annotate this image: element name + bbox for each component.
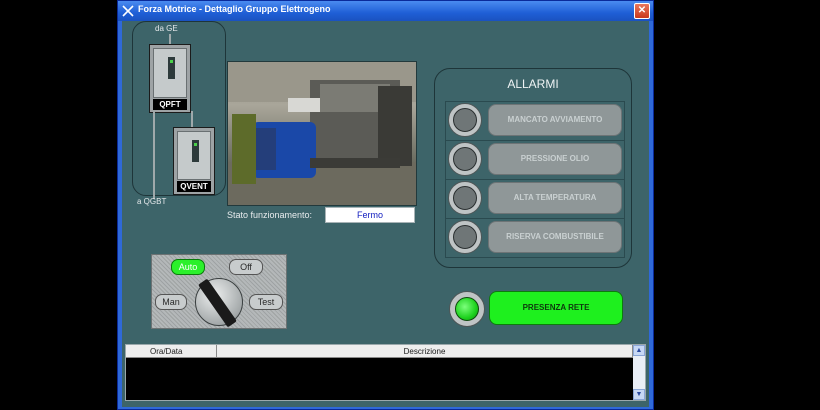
presenza-rete-lamp-icon bbox=[449, 291, 485, 327]
close-button[interactable]: ✕ bbox=[634, 3, 650, 19]
client-area: da GE QPFT QVENT a QGBT Stato funzioname… bbox=[122, 21, 649, 407]
mode-auto[interactable]: Auto bbox=[171, 259, 205, 275]
alarm-row: RISERVA COMBUSTIBILE bbox=[445, 218, 625, 258]
from-ge-label: da GE bbox=[155, 24, 178, 33]
qvent-cabinet[interactable]: QVENT bbox=[173, 127, 215, 195]
cabinet-door bbox=[177, 131, 211, 180]
connector-line-right bbox=[191, 111, 193, 127]
status-value: Fermo bbox=[325, 207, 415, 223]
alarm-panel: ALLARMI MANCATO AVVIAMENTO PRESSIONE OLI… bbox=[434, 68, 632, 268]
qpft-label: QPFT bbox=[153, 99, 187, 110]
to-qgbt-label: a QGBT bbox=[137, 197, 167, 206]
alarm-alta-temperatura[interactable]: ALTA TEMPERATURA bbox=[488, 182, 622, 214]
qvent-label: QVENT bbox=[177, 181, 211, 192]
alarm-lamp-icon bbox=[448, 142, 482, 176]
window-title: Forza Motrice - Dettaglio Gruppo Elettro… bbox=[138, 4, 331, 14]
presenza-rete-button[interactable]: PRESENZA RETE bbox=[489, 291, 623, 325]
connector-line-left bbox=[153, 111, 155, 199]
event-log-table[interactable]: Ora/Data Descrizione ▲ ▼ bbox=[125, 344, 646, 401]
mode-test[interactable]: Test bbox=[249, 294, 283, 310]
cabinet-door bbox=[153, 48, 187, 98]
alarm-row: MANCATO AVVIAMENTO bbox=[445, 101, 625, 141]
alarm-pressione-olio[interactable]: PRESSIONE OLIO bbox=[488, 143, 622, 175]
alarm-lamp-icon bbox=[448, 220, 482, 254]
mode-man[interactable]: Man bbox=[155, 294, 187, 310]
mode-off[interactable]: Off bbox=[229, 259, 263, 275]
main-window: Forza Motrice - Dettaglio Gruppo Elettro… bbox=[117, 0, 654, 410]
generator-image bbox=[228, 62, 416, 205]
connector-line-top bbox=[169, 34, 171, 44]
status-label: Stato funzionamento: bbox=[227, 210, 313, 220]
alarm-riserva-combustibile[interactable]: RISERVA COMBUSTIBILE bbox=[488, 221, 622, 253]
column-header-description[interactable]: Descrizione bbox=[217, 345, 633, 358]
column-header-date[interactable]: Ora/Data bbox=[126, 345, 217, 358]
switchboard-panel: da GE QPFT QVENT a QGBT bbox=[132, 21, 226, 206]
generator-photo bbox=[227, 61, 417, 206]
alarm-row: PRESSIONE OLIO bbox=[445, 140, 625, 180]
cabinet-indicator bbox=[192, 140, 199, 162]
qpft-cabinet[interactable]: QPFT bbox=[149, 44, 191, 113]
mode-selector[interactable]: Auto Off Man Test bbox=[151, 254, 287, 329]
scroll-up-icon[interactable]: ▲ bbox=[633, 345, 645, 356]
alarm-mancato-avviamento[interactable]: MANCATO AVVIAMENTO bbox=[488, 104, 622, 136]
alarm-lamp-icon bbox=[448, 103, 482, 137]
scroll-down-icon[interactable]: ▼ bbox=[633, 389, 645, 400]
alarm-row: ALTA TEMPERATURA bbox=[445, 179, 625, 219]
alarm-lamp-icon bbox=[448, 181, 482, 215]
cabinet-indicator bbox=[168, 57, 175, 79]
alarm-title: ALLARMI bbox=[507, 77, 559, 91]
app-icon bbox=[122, 5, 134, 17]
title-bar[interactable]: Forza Motrice - Dettaglio Gruppo Elettro… bbox=[118, 1, 653, 21]
event-log-scrollbar[interactable]: ▲ ▼ bbox=[633, 345, 645, 400]
